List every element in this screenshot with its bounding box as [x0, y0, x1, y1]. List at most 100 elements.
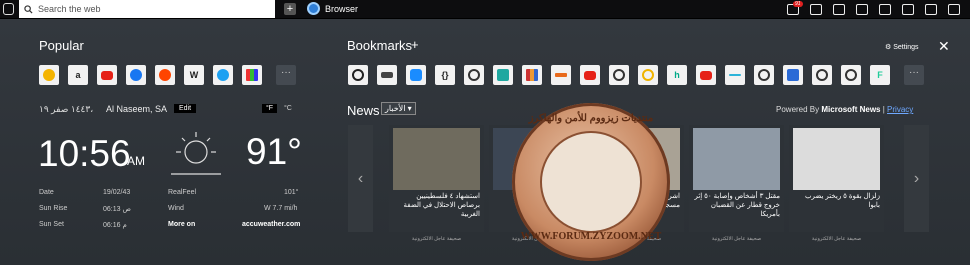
bookmark-opera-icon[interactable] [348, 65, 368, 85]
bookmarks-title: Bookmarks [347, 38, 413, 53]
news-card[interactable]: زلزال بقوة ٥ ريختر يضرب بابوا صحيفة عاجل… [789, 125, 884, 242]
news-headline: استشهاد ٤ فلسطينيين برصاص الاحتلال في ال… [403, 193, 480, 218]
news-card[interactable]: استشهاد ٤ فلسطينيين برصاص الاحتلال في ال… [389, 125, 484, 242]
more-on-link[interactable]: More on [168, 221, 195, 228]
bookmark-home-icon[interactable] [493, 65, 513, 85]
bookmark-opera2-icon[interactable] [638, 65, 658, 85]
watermark-seal: منتديات زيزووم للأمن والهاكرز WWW.FORUM.… [512, 103, 670, 261]
sunset-value: م 06:16 [103, 222, 127, 229]
bookmark-site2-icon[interactable] [609, 65, 629, 85]
hijri-date: ١٤٤٣ صفر ١٩، [39, 104, 94, 114]
news-image [793, 128, 880, 190]
bookmarks-more-button[interactable]: ··· [904, 65, 924, 85]
close-icon[interactable]: ✕ [938, 38, 950, 55]
current-temperature: 91° [246, 131, 302, 172]
wind-value: W 7.7 mi/h [264, 205, 298, 212]
sunrise-value: ص 06:13 [103, 206, 131, 213]
bookmark-bar-icon[interactable] [551, 65, 571, 85]
browser-logo-icon [307, 2, 320, 15]
toolbar-icons: 91 [786, 1, 960, 15]
folder-icon[interactable] [878, 2, 891, 15]
user-icon[interactable] [809, 2, 822, 15]
clock-ampm: AM [127, 154, 145, 168]
notification-badge: 91 [793, 1, 803, 7]
news-next-button[interactable]: › [904, 125, 929, 232]
search-input[interactable]: Search the web [19, 0, 275, 18]
window-icon[interactable] [947, 2, 960, 15]
seal-top-text: منتديات زيزووم للأمن والهاكرز [528, 113, 654, 124]
folder-open-icon[interactable] [901, 2, 914, 15]
twitter-icon[interactable] [213, 65, 233, 85]
news-card[interactable]: مقتل ٣ أشخاص وإصابة ٥٠ إثر خروج قطار عن … [689, 125, 784, 242]
realfeel-label: RealFeel [168, 189, 197, 196]
settings-label: Settings [893, 44, 919, 51]
realfeel-value: 101° [284, 189, 299, 196]
bookmark-hat-icon[interactable] [377, 65, 397, 85]
popular-title: Popular [39, 38, 84, 53]
weather-location: Al Naseem, SA [106, 104, 168, 114]
clipboard-icon[interactable] [924, 2, 937, 15]
bookmark-site3-icon[interactable] [754, 65, 774, 85]
news-image [693, 128, 780, 190]
browser-tab[interactable]: Browser [307, 2, 358, 15]
news-source: صحيفة عاجل الالكترونية [811, 236, 862, 242]
bookmark-code-icon[interactable]: {} [435, 65, 455, 85]
bookmark-appstore-icon[interactable] [406, 65, 426, 85]
news-category-select[interactable]: الأخبار ▾ [381, 102, 416, 115]
weather-site-icon[interactable] [39, 65, 59, 85]
fahrenheit-toggle[interactable]: °F [262, 104, 278, 113]
menu-icon[interactable] [3, 3, 14, 15]
microphone-icon[interactable] [832, 2, 845, 15]
add-bookmark-button[interactable]: + [411, 37, 419, 52]
news-headline: زلزال بقوة ٥ ريختر يضرب بابوا [804, 193, 880, 209]
news-prev-button[interactable]: ‹ [348, 125, 373, 232]
popular-more-button[interactable]: ··· [276, 65, 296, 85]
news-category-value: الأخبار [385, 104, 406, 113]
wind-label: Wind [168, 205, 184, 212]
search-icon [24, 4, 33, 14]
games-icon[interactable] [242, 65, 262, 85]
bookmark-youtube2-icon[interactable] [696, 65, 716, 85]
edit-location-button[interactable]: Edit [174, 104, 197, 113]
youtube-icon[interactable] [97, 65, 117, 85]
notification-icon[interactable]: 91 [786, 1, 803, 15]
accuweather-link[interactable]: accuweather.com [242, 221, 300, 228]
news-source: صحيفة عاجل الالكترونية [411, 236, 462, 242]
powered-brand: Microsoft News [821, 105, 881, 114]
powered-prefix: Powered By [776, 105, 820, 114]
amazon-icon[interactable]: a [68, 65, 88, 85]
date-value: 19/02/43 [103, 189, 131, 196]
privacy-link[interactable]: Privacy [887, 105, 913, 114]
facebook-icon[interactable] [126, 65, 146, 85]
bookmark-books-icon[interactable] [522, 65, 542, 85]
camera-icon[interactable] [855, 2, 868, 15]
bookmark-youtube-icon[interactable] [580, 65, 600, 85]
sunrise-label: Sun Rise [39, 205, 68, 212]
partly-sunny-icon [171, 132, 221, 175]
bookmark-h-icon[interactable]: h [667, 65, 687, 85]
settings-button[interactable]: ⚙ Settings [885, 43, 919, 51]
celsius-toggle[interactable]: °C [284, 105, 292, 112]
wikipedia-icon[interactable]: W [184, 65, 204, 85]
top-bar: Search the web + Browser 91 [0, 0, 970, 19]
bookmark-site5-icon[interactable] [841, 65, 861, 85]
new-tab-button[interactable]: + [284, 3, 296, 15]
clock-time: 10:56 [38, 133, 131, 174]
news-title: News [347, 103, 380, 118]
bookmark-f-icon[interactable]: F [870, 65, 890, 85]
seal-inner [540, 131, 642, 233]
news-source: صحيفة عاجل الالكترونية [711, 236, 762, 242]
bookmark-site-icon[interactable] [464, 65, 484, 85]
reddit-icon[interactable] [155, 65, 175, 85]
bookmark-dash-icon[interactable] [725, 65, 745, 85]
bookmark-site4-icon[interactable] [812, 65, 832, 85]
bookmark-p-icon[interactable] [783, 65, 803, 85]
powered-by: Powered By Microsoft News | Privacy [776, 105, 913, 114]
seal-bottom-text: WWW.FORUM.ZYZOOM.NET [520, 231, 662, 242]
sunset-label: Sun Set [39, 221, 64, 228]
powered-divider: | [882, 105, 885, 114]
search-placeholder: Search the web [38, 4, 101, 14]
date-label: Date [39, 189, 54, 196]
browser-name: Browser [325, 3, 359, 14]
news-headline: مقتل ٣ أشخاص وإصابة ٥٠ إثر خروج قطار عن … [694, 193, 780, 218]
